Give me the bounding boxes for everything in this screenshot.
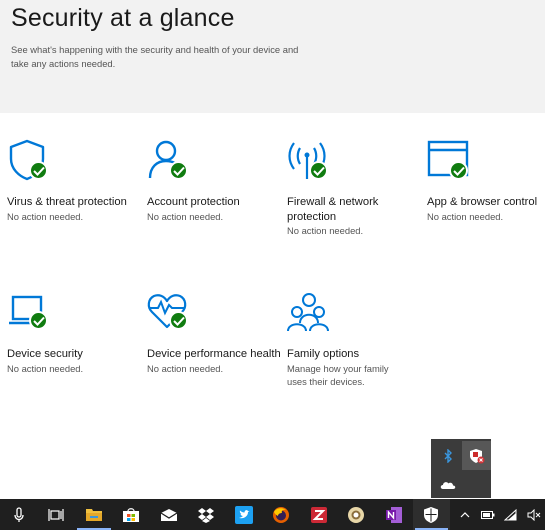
family-icon — [287, 291, 337, 335]
onedrive-icon[interactable] — [433, 470, 462, 499]
tile-status: No action needed. — [287, 225, 364, 236]
twitter-icon[interactable] — [225, 499, 263, 530]
dropbox-icon[interactable] — [188, 499, 226, 530]
ok-check-icon — [309, 161, 328, 180]
wifi-icon[interactable] — [499, 499, 522, 530]
store-icon[interactable] — [113, 499, 151, 530]
battery-icon[interactable] — [476, 499, 499, 530]
heart-pulse-icon — [147, 291, 197, 335]
chevron-up-icon[interactable] — [453, 499, 476, 530]
page-subtitle: See what's happening with the security a… — [11, 44, 299, 69]
ok-check-icon — [169, 161, 188, 180]
page-header: Security at a glance See what's happenin… — [0, 0, 545, 113]
tile-title: Virus & threat protection — [7, 196, 127, 208]
tile-status: No action needed. — [7, 362, 84, 374]
task-view-icon[interactable] — [38, 499, 76, 530]
tile-title: Device performance health — [147, 348, 281, 360]
tray-overflow-popup — [431, 439, 491, 498]
tile-title: App & browser control — [427, 196, 538, 208]
tile-account-protection[interactable]: Account protection No action needed. — [147, 139, 287, 223]
bluetooth-icon[interactable] — [433, 441, 462, 470]
tile-firewall-network-protection[interactable]: Firewall & network protection No action … — [287, 139, 427, 237]
taskbar — [0, 499, 545, 530]
tile-status: No action needed. — [427, 210, 504, 222]
person-icon — [147, 139, 197, 183]
chrome-canary-icon[interactable] — [338, 499, 376, 530]
laptop-icon — [7, 291, 57, 335]
microphone-icon[interactable] — [0, 499, 38, 530]
tile-app-browser-control[interactable]: App & browser control No action needed. — [427, 139, 545, 223]
zotero-icon[interactable] — [300, 499, 338, 530]
tile-title: Account protection — [147, 196, 240, 208]
tile-device-performance-health[interactable]: Device performance health No action need… — [147, 291, 287, 375]
browser-window-icon — [427, 139, 477, 183]
tile-virus-threat-protection[interactable]: Virus & threat protection No action need… — [7, 139, 147, 223]
volume-muted-icon[interactable] — [522, 499, 545, 530]
tile-title: Device security — [7, 348, 83, 360]
tile-status: No action needed. — [147, 210, 224, 222]
tile-title: Family options — [287, 348, 360, 360]
tile-device-security[interactable]: Device security No action needed. — [7, 291, 147, 375]
system-tray — [453, 499, 545, 530]
antenna-icon — [287, 139, 337, 183]
security-alert-icon[interactable] — [462, 441, 491, 470]
page-title: Security at a glance — [11, 4, 235, 32]
tile-status: Manage how your family uses their device… — [287, 362, 389, 387]
mail-icon[interactable] — [150, 499, 188, 530]
onenote-icon[interactable] — [375, 499, 413, 530]
file-explorer-icon[interactable] — [75, 499, 113, 530]
ok-check-icon — [169, 311, 188, 330]
tile-family-options[interactable]: Family options Manage how your family us… — [287, 291, 427, 388]
ok-check-icon — [29, 161, 48, 180]
windows-security-icon[interactable] — [412, 499, 450, 530]
tile-status: No action needed. — [7, 210, 84, 222]
tile-title: Firewall & network protection — [287, 196, 379, 223]
shield-icon — [7, 139, 57, 183]
firefox-icon[interactable] — [263, 499, 301, 530]
tile-status: No action needed. — [147, 362, 224, 374]
ok-check-icon — [449, 161, 468, 180]
ok-check-icon — [29, 311, 48, 330]
